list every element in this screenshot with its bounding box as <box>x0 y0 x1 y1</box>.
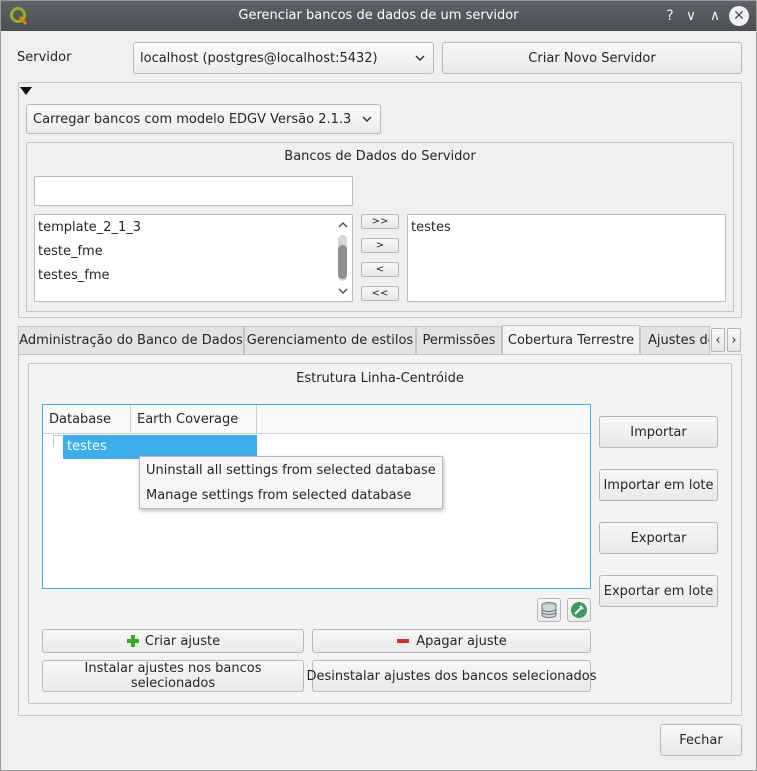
scrollbar-handle[interactable] <box>338 245 347 279</box>
move-all-right-button[interactable]: >> <box>361 214 399 229</box>
window-title: Gerenciar bancos de dados de um servidor <box>238 8 519 23</box>
list-item[interactable]: testes_fme <box>38 268 109 283</box>
scroll-down-icon[interactable] <box>337 286 349 296</box>
database-filter-input[interactable] <box>34 176 353 206</box>
dialog-window: Gerenciar bancos de dados de um servidor… <box>0 0 757 771</box>
tab-permissions[interactable]: Permissões <box>416 326 502 354</box>
database-icon <box>541 602 557 618</box>
create-setting-label: Criar ajuste <box>144 633 221 649</box>
tab-style-management[interactable]: Gerenciamento de estilos <box>244 326 416 354</box>
structure-title: Estrutura Linha-Centróide <box>296 371 464 386</box>
scroll-up-icon[interactable] <box>337 220 349 230</box>
column-header-database[interactable]: Database <box>43 405 131 434</box>
tab-database-administration[interactable]: Administração do Banco de Dados <box>18 326 244 354</box>
server-label: Servidor <box>17 50 72 65</box>
wrench-icon <box>571 602 587 618</box>
list-item[interactable]: template_2_1_3 <box>38 220 141 235</box>
tab-settings[interactable]: Ajustes de <box>640 326 710 354</box>
model-loader-value: Carregar bancos com modelo EDGV Versão 2… <box>33 111 352 127</box>
minus-icon <box>397 639 410 643</box>
plus-icon <box>126 635 139 647</box>
minimize-button[interactable]: ∨ <box>681 6 701 26</box>
collapse-triangle-icon[interactable] <box>20 86 32 96</box>
menu-item-uninstall-all[interactable]: Uninstall all settings from selected dat… <box>146 463 436 478</box>
row-database-cell: testes <box>67 439 107 454</box>
move-left-button[interactable]: < <box>361 262 399 277</box>
move-all-left-button[interactable]: << <box>361 286 399 301</box>
tab-scroll-right-button[interactable]: › <box>727 328 741 352</box>
context-menu: Uninstall all settings from selected dat… <box>139 456 443 509</box>
database-tool-button[interactable] <box>537 598 561 622</box>
import-button[interactable]: Importar <box>599 416 718 448</box>
title-bar[interactable]: Gerenciar bancos de dados de um servidor… <box>1 1 756 31</box>
selected-databases-list[interactable]: testes <box>407 214 726 302</box>
chevron-left-icon: ‹ <box>715 332 721 348</box>
create-setting-button[interactable]: Criar ajuste <box>42 629 304 653</box>
tab-earth-coverage[interactable]: Cobertura Terrestre <box>502 325 640 355</box>
chevron-right-icon: › <box>731 332 737 348</box>
batch-export-button[interactable]: Exportar em lote <box>599 575 718 607</box>
help-button[interactable]: ? <box>660 6 680 26</box>
list-item[interactable]: teste_fme <box>38 244 103 259</box>
close-dialog-button[interactable]: Fechar <box>660 724 742 756</box>
available-databases-list[interactable]: template_2_1_3 teste_fme testes_fme <box>34 214 353 302</box>
close-button[interactable]: ✕ <box>729 6 749 26</box>
menu-item-manage-settings[interactable]: Manage settings from selected database <box>146 488 411 503</box>
batch-import-button[interactable]: Importar em lote <box>599 469 718 501</box>
move-right-button[interactable]: > <box>361 238 399 253</box>
delete-setting-label: Apagar ajuste <box>416 633 507 649</box>
server-databases-title: Bancos de Dados do Servidor <box>284 149 476 164</box>
new-server-button[interactable]: Criar Novo Servidor <box>442 42 742 74</box>
server-combo-value: localhost (postgres@localhost:5432) <box>140 50 378 66</box>
settings-tool-button[interactable] <box>567 598 591 622</box>
model-loader-combo[interactable]: Carregar bancos com modelo EDGV Versão 2… <box>26 104 381 134</box>
tree-header: Database Earth Coverage <box>43 405 590 434</box>
scrollbar-track[interactable] <box>338 235 347 281</box>
list-item[interactable]: testes <box>411 220 451 235</box>
chevron-down-icon <box>362 116 372 123</box>
maximize-button[interactable]: ∧ <box>705 6 725 26</box>
uninstall-settings-button[interactable]: Desinstalar ajustes dos bancos seleciona… <box>307 660 596 692</box>
install-settings-button[interactable]: Instalar ajustes nos bancos selecionados <box>42 660 304 692</box>
delete-setting-button[interactable]: Apagar ajuste <box>312 629 591 653</box>
tab-scroll-left-button[interactable]: ‹ <box>711 328 725 352</box>
tree-branch-line <box>53 435 62 447</box>
chevron-down-icon <box>415 55 425 62</box>
column-header-earth-coverage[interactable]: Earth Coverage <box>131 405 257 434</box>
export-button[interactable]: Exportar <box>599 522 718 554</box>
server-combo[interactable]: localhost (postgres@localhost:5432) <box>133 42 434 74</box>
